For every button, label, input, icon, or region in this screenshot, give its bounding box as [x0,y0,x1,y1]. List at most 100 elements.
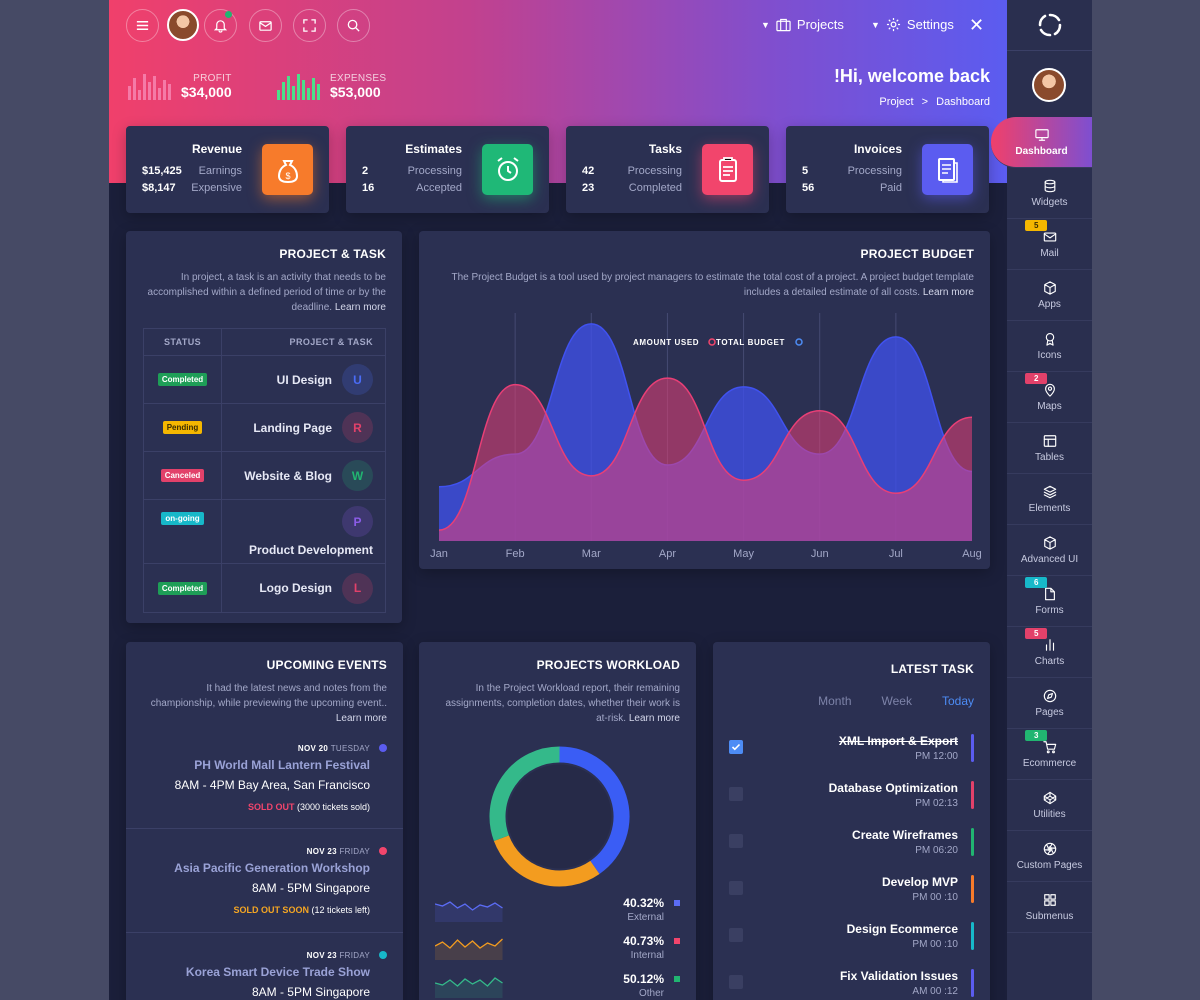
settings-menu[interactable]: ▼ Settings [871,17,954,32]
sidebar-item-advanced-ui[interactable]: Advanced UI [1007,525,1092,576]
logo-icon [1038,13,1061,37]
kpi-card-tasks[interactable]: Tasks 42 Processing 23 Completed [566,126,769,213]
breadcrumb-dashboard[interactable]: Dashboard [936,96,990,108]
sidebar-item-widgets[interactable]: Widgets [1007,168,1092,219]
breadcrumb-project[interactable]: Project [879,96,913,108]
status-cell: Completed [144,564,222,612]
task-item[interactable]: Design Ecommerce PM 00 :10 [729,922,974,962]
kpi-card-invoices[interactable]: Invoices 5 Processing 56 Paid [786,126,989,213]
event-item[interactable]: NOV 23 FRIDAY Korea Smart Device Trade Sh… [126,932,403,1000]
kpi-icon-box [702,144,753,195]
spark-bar [307,88,310,100]
sidebar-item-apps[interactable]: Apps [1007,270,1092,321]
spark-bar [317,84,320,100]
event-item[interactable]: NOV 23 FRIDAY Asia Pacific Generation Wor… [126,828,403,932]
task-checkbox[interactable] [729,881,743,895]
project-task-description: In project, a task is an activity that n… [142,270,386,315]
sidebar-item-ecommerce[interactable]: Ecommerce 3 [1007,729,1092,780]
donut-center [507,764,612,869]
user-avatar[interactable] [167,9,199,41]
task-item[interactable]: Database Optimization PM 02:13 [729,781,974,821]
sidebar-item-utilities[interactable]: Utilities [1007,780,1092,831]
kpi-title: Estimates [405,142,462,156]
workload-sparkline [435,901,503,922]
breadcrumb-separator: > [921,96,929,108]
x-tick-label: Aug [962,548,982,560]
kpi-row: 56 Paid [802,182,902,194]
kpi-icon-box [482,144,533,195]
event-dot [379,847,387,855]
tab-week[interactable]: Week [882,694,912,708]
table-row[interactable]: Pending Landing Page R [144,404,385,452]
menu-button[interactable] [126,9,159,42]
sidebar-item-label: Advanced UI [1020,553,1079,565]
status-cell: Pending [144,404,222,451]
bell-icon [213,20,228,33]
task-checkbox[interactable] [729,975,743,989]
learn-more-link[interactable]: Learn more [335,302,386,313]
task-item[interactable]: Create Wireframes PM 06:20 [729,828,974,868]
upcoming-events-title: UPCOMING EVENTS [266,658,387,672]
sidebar-item-pages[interactable]: Pages [1007,678,1092,729]
workload-legend-square [674,976,680,982]
sidebar-item-maps[interactable]: Maps 2 [1007,372,1092,423]
task-checkbox[interactable] [729,787,743,801]
spark-bar [292,86,295,100]
task-color-bar [971,922,974,950]
sidebar-item-label: Mail [1040,247,1059,259]
app-logo[interactable] [1007,0,1092,51]
fullscreen-button[interactable] [293,9,326,42]
invoice-icon [937,157,958,183]
map-pin-icon [1043,383,1057,397]
task-checkbox[interactable] [729,740,743,754]
task-checkbox[interactable] [729,928,743,942]
table-row[interactable]: Canceled Website & Blog W [144,452,385,500]
sidebar-item-tables[interactable]: Tables [1007,423,1092,474]
sidebar-avatar[interactable] [1032,68,1066,102]
task-name: Landing Page [253,420,332,435]
event-name[interactable]: Korea Smart Device Trade Show [186,965,370,979]
projects-menu[interactable]: ▼ Projects [761,17,844,32]
close-icon[interactable]: ✕ [969,15,984,36]
caret-down-icon: ▼ [871,19,880,30]
sidebar-item-charts[interactable]: Charts 5 [1007,627,1092,678]
task-item[interactable]: XML Import & Export PM 12:00 [729,734,974,774]
right-sidebar: Dashboard Widgets Mail 5 Apps Icons Maps 2 Table… [991,0,1092,1000]
workload-legend-square [674,938,680,944]
table-row[interactable]: on-going P Product Development [144,500,385,564]
sidebar-item-custom-pages[interactable]: Custom Pages [1007,831,1092,882]
task-item[interactable]: Fix Validation Issues AM 00 :12 [729,969,974,1000]
tab-today[interactable]: Today [942,694,974,708]
workload-row: 40.32% External [435,896,680,926]
sidebar-item-dashboard[interactable]: Dashboard [991,117,1092,168]
tab-month[interactable]: Month [818,694,851,708]
sidebar-item-elements[interactable]: Elements [1007,474,1092,525]
task-checkbox[interactable] [729,834,743,848]
sidebar-item-mail[interactable]: Mail 5 [1007,219,1092,270]
table-row[interactable]: Completed Logo Design L [144,564,385,612]
notifications-button[interactable] [204,9,237,42]
sidebar-item-icons[interactable]: Icons [1007,321,1092,372]
task-column-header: PROJECT & TASK [289,337,373,347]
search-button[interactable] [337,9,370,42]
learn-more-link[interactable]: Learn more [923,287,974,298]
sidebar-item-forms[interactable]: Forms 6 [1007,576,1092,627]
learn-more-link[interactable]: Learn more [336,713,387,724]
table-row[interactable]: Completed UI Design U [144,356,385,404]
workload-percent: 40.73% [623,934,664,948]
bar-chart-icon [1043,638,1057,652]
event-item[interactable]: NOV 20 TUESDAY PH World Mall Lantern Fest… [126,730,403,830]
hamburger-icon [136,21,149,30]
kpi-card-revenue[interactable]: Revenue $15,425 Earnings $8,147 Expensive $ [126,126,329,213]
profit-stat: PROFIT $34,000 [128,72,232,100]
task-name: UI Design [276,372,332,387]
learn-more-link[interactable]: Learn more [629,713,680,724]
task-item[interactable]: Develop MVP PM 00 :10 [729,875,974,915]
kpi-card-estimates[interactable]: Estimates 2 Processing 16 Accepted [346,126,549,213]
task-title: Develop MVP [881,875,958,889]
sidebar-item-submenus[interactable]: Submenus [1007,882,1092,933]
event-name[interactable]: Asia Pacific Generation Workshop [174,861,370,875]
event-name[interactable]: PH World Mall Lantern Festival [194,758,370,772]
alarm-clock-icon [496,156,519,181]
messages-button[interactable] [249,9,282,42]
